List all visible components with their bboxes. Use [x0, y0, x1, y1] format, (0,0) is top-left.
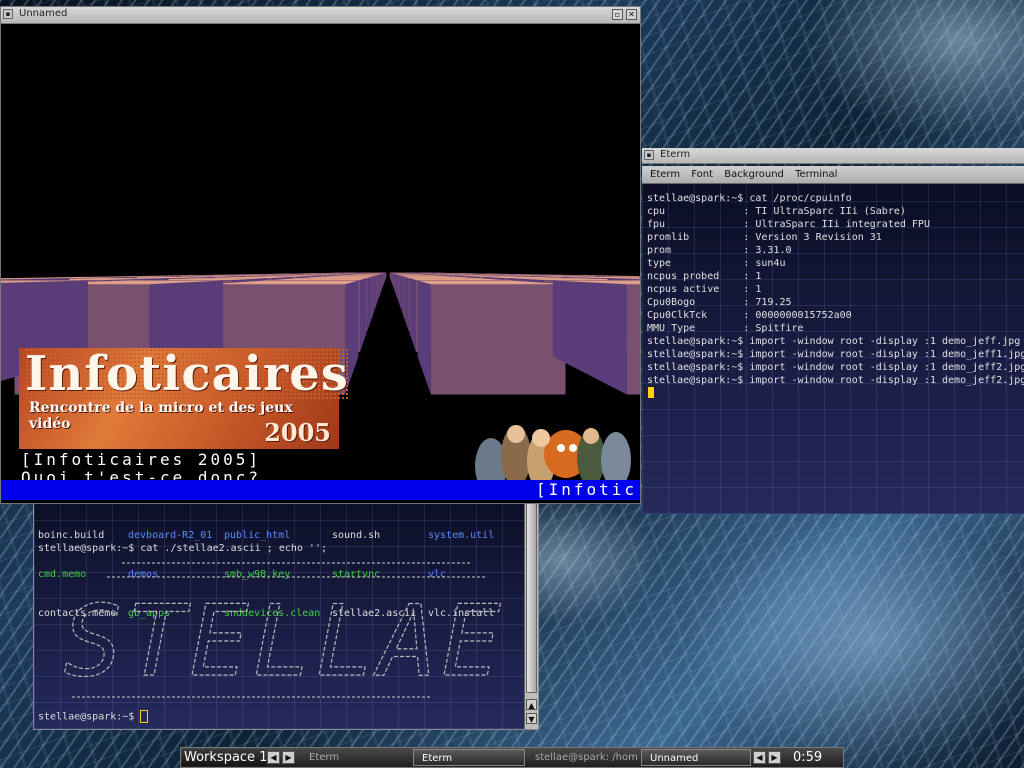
box-side — [400, 275, 402, 312]
box-side — [380, 273, 382, 294]
ls-entry: devboard-R2_01 — [128, 530, 213, 541]
box-side — [394, 273, 396, 294]
menu-font[interactable]: Font — [691, 166, 713, 183]
workspace-prev-arrow[interactable]: ◀ — [267, 751, 280, 764]
task-eterm-2[interactable]: Eterm — [413, 749, 525, 766]
logo-year: 2005 — [264, 418, 331, 447]
ls-entry: boinc.build — [38, 530, 105, 541]
ascii-art-svg: STELLAE — [63, 562, 504, 700]
prompt-text: stellae@spark:~$ — [38, 711, 141, 723]
ascii-art-text: STELLAE — [63, 585, 504, 699]
terminal-line: Cpu0ClkTck : 0000000015752a00 — [647, 310, 852, 321]
terminal-line: promlib : Version 3 Revision 31 — [647, 232, 882, 243]
window-title: Unnamed — [19, 8, 68, 19]
box-side — [379, 274, 381, 296]
terminal-line: ncpus active : 1 — [647, 284, 762, 295]
box-side — [376, 274, 378, 306]
box-side — [378, 274, 380, 298]
task-eterm-1[interactable]: Eterm — [299, 749, 411, 766]
ls-entry: sound.sh — [332, 530, 381, 541]
box-side — [367, 276, 371, 332]
close-button[interactable]: ✕ — [626, 9, 637, 20]
minimize-button[interactable]: ▫ — [612, 9, 623, 20]
scrollbar-thumb[interactable] — [526, 493, 537, 693]
eterm-menubar: Eterm Font Background Terminal — [642, 166, 1024, 184]
menu-background[interactable]: Background — [724, 166, 784, 183]
scrollbar[interactable]: ▲ ▼ — [524, 491, 538, 729]
box-side — [397, 274, 399, 302]
demo-text-line1: [Infoticaires 2005] — [21, 450, 262, 469]
scroll-down-arrow[interactable]: ▼ — [526, 713, 537, 724]
demo-window[interactable]: ▪ Unnamed ▫ ✕ Infoticaires Rencontre de … — [0, 6, 641, 504]
window-menu-button[interactable]: ▪ — [644, 150, 654, 160]
box-side — [402, 276, 405, 320]
task-next-arrow[interactable]: ▶ — [768, 751, 781, 764]
ascii-art-banner: STELLAE — [52, 557, 512, 709]
terminal-line: stellae@spark:~$ cat /proc/cpuinfo — [647, 193, 852, 204]
box-side — [405, 276, 409, 332]
demo-titlebar[interactable]: ▪ Unnamed ▫ ✕ — [1, 7, 640, 24]
box-side — [374, 275, 376, 312]
cpuinfo-output: stellae@spark:~$ cat /proc/cpuinfo cpu : … — [647, 192, 1024, 387]
window-menu-button[interactable]: ▪ — [3, 9, 13, 19]
workspace-next-arrow[interactable]: ▶ — [282, 751, 295, 764]
terminal-line: stellae@spark:~$ import -window root -di… — [647, 362, 1024, 373]
clock: 0:59 — [793, 750, 823, 765]
task-prev-arrow[interactable]: ◀ — [753, 751, 766, 764]
terminal-line: type : sun4u — [647, 258, 786, 269]
prompt-line[interactable]: stellae@spark:~$ — [38, 710, 149, 724]
eterm-top-window[interactable]: ▪ Eterm Eterm Font Background Terminal s… — [642, 148, 1024, 514]
terminal-line: stellae@spark:~$ import -window root -di… — [647, 375, 1024, 386]
workspace-label[interactable]: Workspace 1 — [182, 749, 266, 766]
eterm-titlebar[interactable]: ▪ Eterm — [642, 148, 1024, 164]
box-side — [371, 276, 374, 320]
terminal-line: MMU Type : Spitfire — [647, 323, 804, 334]
box-side — [398, 274, 400, 306]
infoticaires-logo: Infoticaires Rencontre de la micro et de… — [19, 348, 349, 449]
cursor — [648, 387, 654, 398]
box-side — [417, 280, 431, 395]
demo-text-line2: Quoi t'est-ce donc? — [21, 469, 262, 480]
task-unnamed[interactable]: Unnamed — [641, 749, 751, 766]
scroller-bar: [Infotic — [1, 480, 640, 500]
menu-eterm[interactable]: Eterm — [650, 166, 680, 183]
ls-entry: system.util — [428, 530, 495, 541]
window-title: Eterm — [660, 149, 691, 160]
box-side — [395, 274, 397, 296]
menu-terminal[interactable]: Terminal — [795, 166, 837, 183]
terminal-line: ncpus probed : 1 — [647, 271, 762, 282]
terminal-line: stellae@spark:~$ import -window root -di… — [647, 336, 1021, 347]
ls-entry: public_html — [224, 530, 291, 541]
scroller-text: [Infotic — [535, 480, 637, 499]
ls-row: boinc.build devboard-R2_01 public_html soun… — [38, 529, 524, 542]
cursor — [140, 710, 149, 723]
demo-canvas: Infoticaires Rencontre de la micro et de… — [1, 24, 640, 503]
scroll-up-arrow[interactable]: ▲ — [526, 699, 537, 710]
logo-title: Infoticaires — [25, 346, 349, 402]
box-front — [430, 284, 566, 395]
terminal-line: prom : 3.31.0 — [647, 245, 792, 256]
terminal-line: cpu : TI UltraSparc IIi (Sabre) — [647, 206, 906, 217]
cat-command: stellae@spark:~$ cat ./stellae2.ascii ; … — [38, 543, 327, 554]
box-side — [409, 278, 416, 352]
task-stellae-terminal[interactable]: stellae@spark: /hom — [527, 749, 639, 766]
box-side — [396, 274, 398, 298]
terminal-line: stellae@spark:~$ import -window root -di… — [647, 349, 1024, 360]
taskbar: Workspace 1 ◀ ▶ Eterm Eterm stellae@spar… — [180, 747, 844, 768]
eterm-bottom-window[interactable]: boinc.build devboard-R2_01 public_html soun… — [33, 490, 539, 730]
terminal-line: Cpu0Bogo : 719.25 — [647, 297, 792, 308]
box-front — [626, 284, 640, 395]
box-side — [377, 274, 379, 302]
box-side — [360, 278, 367, 352]
terminal-line: fpu : UltraSparc IIi integrated FPU — [647, 219, 930, 230]
